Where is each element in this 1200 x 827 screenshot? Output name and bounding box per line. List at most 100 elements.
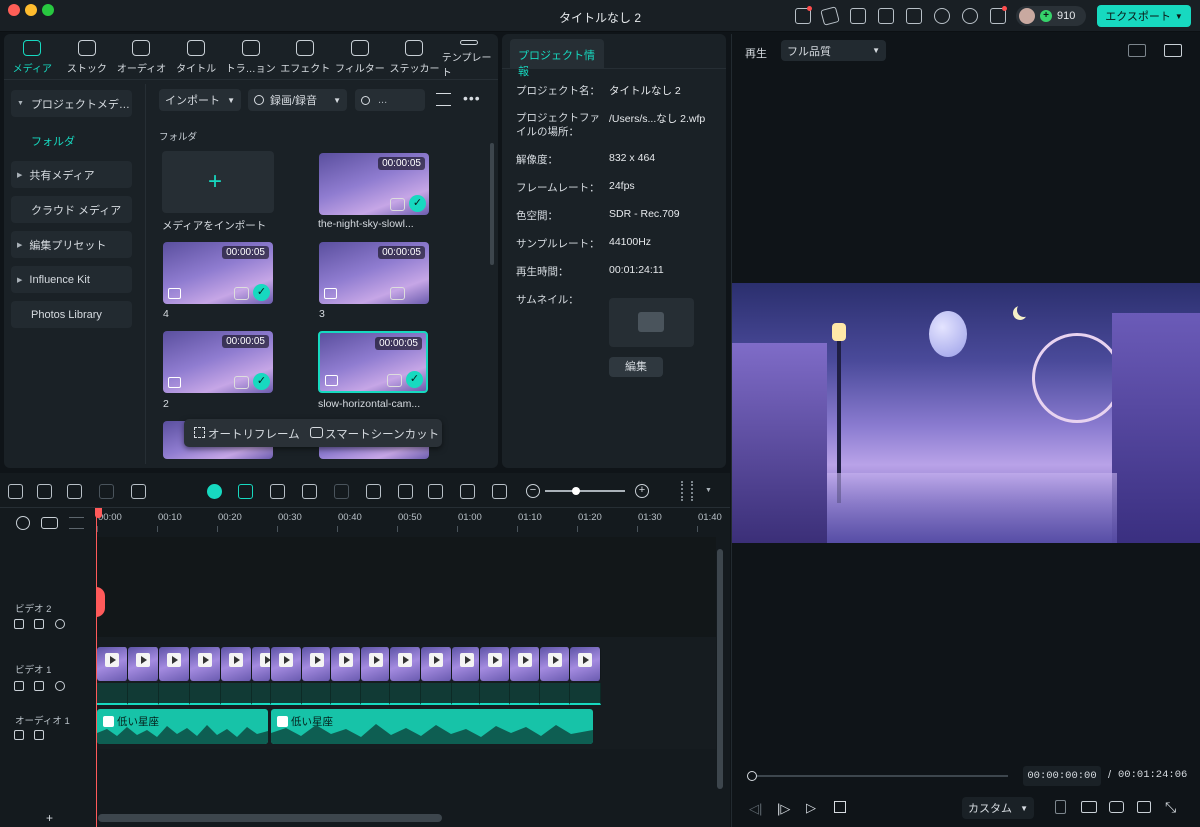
zoom-in-icon[interactable]: +: [635, 484, 649, 498]
timeline-playhead[interactable]: [96, 510, 97, 827]
video-clip-bar[interactable]: [480, 683, 510, 705]
video-clip-bar[interactable]: [159, 683, 190, 705]
save-icon[interactable]: [906, 8, 922, 24]
voiceover-icon[interactable]: [428, 484, 443, 499]
stretch-icon[interactable]: [492, 484, 507, 499]
media-thumbnail[interactable]: 00:00:05 ✓: [163, 242, 273, 304]
video-clip-frame[interactable]: [570, 647, 601, 681]
video-clip-frame[interactable]: [302, 647, 331, 681]
tab-title[interactable]: タイトル: [169, 35, 224, 79]
tab-template[interactable]: テンプレート: [442, 35, 497, 79]
zoom-slider-handle[interactable]: [572, 487, 580, 495]
timeline-vertical-scrollbar[interactable]: [717, 549, 723, 789]
display-icon[interactable]: [1081, 801, 1097, 813]
select-tool-icon[interactable]: [37, 484, 52, 499]
chevron-down-icon[interactable]: ▼: [705, 487, 712, 494]
grid-view-icon[interactable]: [1128, 44, 1146, 57]
video-clip-frame[interactable]: [452, 647, 480, 681]
more-options-icon[interactable]: •••: [463, 90, 481, 106]
playhead-marker[interactable]: [96, 587, 105, 617]
video-clip-frame[interactable]: [97, 647, 128, 681]
video-clip-frame[interactable]: [128, 647, 159, 681]
playhead-handle[interactable]: [747, 771, 757, 781]
track-height-icon[interactable]: [681, 481, 693, 501]
tab-transition[interactable]: トラ…ョン: [223, 35, 278, 79]
play-icon[interactable]: ▷: [806, 800, 816, 816]
video-clip-bar[interactable]: [190, 683, 221, 705]
tab-filter[interactable]: フィルター: [333, 35, 388, 79]
ai-image-icon[interactable]: [302, 484, 317, 499]
layout-grid-icon[interactable]: [8, 484, 23, 499]
track-manager-icon[interactable]: [69, 517, 84, 529]
video-clip-bar[interactable]: [221, 683, 252, 705]
tab-stock[interactable]: ストック: [60, 35, 115, 79]
lock-icon[interactable]: [14, 730, 24, 740]
audio-clip[interactable]: 低い星座: [97, 709, 268, 744]
more-tools-icon[interactable]: [131, 484, 146, 499]
media-thumbnail[interactable]: 00:00:05 ✓: [163, 331, 273, 393]
record-dropdown[interactable]: 録画/録音 ▼: [248, 89, 347, 111]
custom-ratio-dropdown[interactable]: カスタム ▼: [962, 797, 1034, 819]
sidebar-item-edit-presets[interactable]: ▶ 編集プリセット: [11, 231, 132, 258]
video-clip-bar[interactable]: [128, 683, 159, 705]
tab-sticker[interactable]: ステッカー: [387, 35, 442, 79]
video-clip-bar[interactable]: [452, 683, 480, 705]
video-clip-frame[interactable]: [421, 647, 452, 681]
video-clip-frame[interactable]: [361, 647, 390, 681]
microphone-icon[interactable]: [398, 484, 413, 499]
lock-icon[interactable]: [14, 619, 24, 629]
sidebar-item-folder[interactable]: フォルダ: [31, 133, 75, 149]
edit-thumbnail-button[interactable]: 編集: [609, 357, 663, 377]
video-clip-frame[interactable]: [331, 647, 361, 681]
current-time-display[interactable]: 00:00:00:00: [1023, 766, 1101, 786]
import-dropdown[interactable]: インポート ▼: [159, 89, 241, 111]
media-thumbnail-selected[interactable]: 00:00:05 ✓: [318, 331, 428, 393]
sidebar-item-shared-media[interactable]: ▶ 共有メディア: [11, 161, 132, 188]
media-scrollbar[interactable]: [490, 143, 494, 265]
video-clip-frame[interactable]: [510, 647, 540, 681]
undo-icon[interactable]: [67, 484, 82, 499]
camera-icon[interactable]: [1109, 801, 1124, 813]
video-clip-bar[interactable]: [97, 683, 128, 705]
sidebar-item-cloud-media[interactable]: クラウド メディア: [11, 196, 132, 223]
sidebar-item-influence-kit[interactable]: ▶ Influence Kit: [11, 266, 132, 293]
next-frame-icon[interactable]: |▷: [777, 801, 790, 817]
volume-icon[interactable]: [1137, 801, 1151, 813]
volume-icon[interactable]: [34, 619, 44, 629]
video-clip-frame[interactable]: [252, 647, 271, 681]
fullscreen-icon[interactable]: ⤡: [1165, 799, 1176, 816]
video-clip-frame[interactable]: [390, 647, 421, 681]
tab-media[interactable]: メディア: [5, 35, 60, 79]
eye-icon[interactable]: [55, 681, 65, 691]
playback-render-icon[interactable]: [334, 484, 349, 499]
video-clip-bar[interactable]: [390, 683, 421, 705]
cloud-upload-icon[interactable]: [934, 8, 950, 24]
tab-effect[interactable]: エフェクト: [278, 35, 333, 79]
redo-icon[interactable]: [99, 484, 114, 499]
video-clip-bar[interactable]: [421, 683, 452, 705]
smart-scene-cut-button[interactable]: スマートシーンカット: [325, 426, 439, 442]
stop-icon[interactable]: [834, 801, 846, 813]
auto-sync-icon[interactable]: [238, 484, 253, 499]
marker-icon[interactable]: [366, 484, 381, 499]
scope-icon[interactable]: [1164, 44, 1182, 57]
video-clip-frame[interactable]: [190, 647, 221, 681]
sidebar-item-project-media[interactable]: ▼ プロジェクトメデ…: [11, 90, 132, 117]
media-thumbnail[interactable]: 00:00:05: [319, 242, 429, 304]
video-clip-frame[interactable]: [540, 647, 570, 681]
audio-clip[interactable]: 低い星座: [271, 709, 593, 744]
export-button[interactable]: エクスポート ▼: [1097, 5, 1191, 27]
zoom-slider-track[interactable]: [545, 490, 625, 492]
eye-icon[interactable]: [55, 619, 65, 629]
timeline-horizontal-scrollbar[interactable]: [98, 814, 442, 822]
thumbnail-picker[interactable]: [609, 298, 694, 347]
video-clip-bar[interactable]: [361, 683, 390, 705]
volume-icon[interactable]: [34, 681, 44, 691]
video-clip-frame[interactable]: [221, 647, 252, 681]
playback-progress-track[interactable]: [752, 775, 1008, 777]
media-thumbnail[interactable]: 00:00:05 ✓: [319, 153, 429, 215]
audio-ai-icon[interactable]: [270, 484, 285, 499]
tab-project-info[interactable]: プロジェクト情報: [510, 39, 604, 78]
search-input[interactable]: ...: [355, 89, 425, 111]
volume-icon[interactable]: [34, 730, 44, 740]
